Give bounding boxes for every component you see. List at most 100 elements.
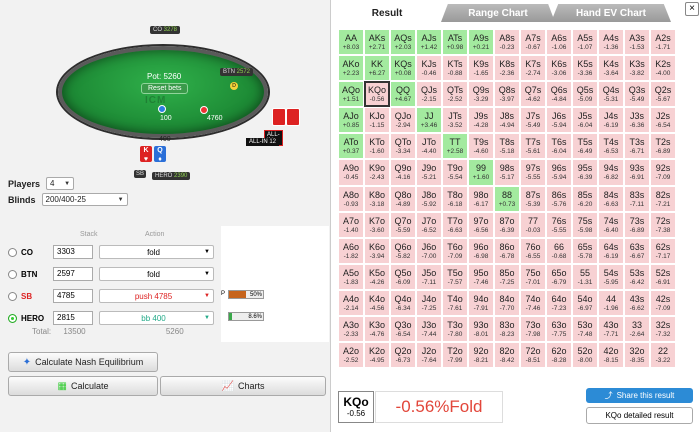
- hand-cell[interactable]: 96o -6.98: [468, 237, 494, 264]
- hand-cell[interactable]: 99 +1.60: [468, 159, 494, 186]
- hand-cell[interactable]: J5s -6.04: [572, 107, 598, 134]
- hand-cell[interactable]: 62o -8.28: [546, 342, 572, 369]
- hand-cell[interactable]: 86s -5.76: [546, 185, 572, 212]
- hand-cell[interactable]: 82o -8.42: [494, 342, 520, 369]
- seat-co[interactable]: CO 3278: [150, 26, 181, 34]
- player-stack-input[interactable]: 2815: [53, 311, 93, 325]
- hand-cell[interactable]: 76o -6.55: [520, 237, 546, 264]
- player-radio[interactable]: [8, 247, 17, 257]
- blinds-select[interactable]: 200/400-25 ▼: [41, 193, 128, 206]
- player-radio[interactable]: [8, 269, 17, 279]
- hand-cell[interactable]: 97o -6.56: [468, 211, 494, 238]
- close-icon[interactable]: ×: [685, 2, 699, 16]
- hand-cell[interactable]: A2o -2.52: [338, 342, 364, 369]
- hand-cell[interactable]: T3s -6.71: [624, 133, 650, 160]
- detailed-result-button[interactable]: KQo detailed result: [586, 407, 693, 424]
- hand-cell[interactable]: 55 -1.31: [572, 263, 598, 290]
- hand-cell[interactable]: AKo +2.23: [338, 55, 364, 82]
- hand-cell[interactable]: 98s -5.17: [494, 159, 520, 186]
- hand-cell[interactable]: J9o -5.21: [416, 159, 442, 186]
- calculate-nash-button[interactable]: ✦ Calculate Nash Equilibrium: [8, 352, 158, 372]
- hand-cell[interactable]: 54s -5.95: [598, 263, 624, 290]
- hand-cell[interactable]: T4o -7.61: [442, 289, 468, 317]
- hand-cell[interactable]: 97s -5.55: [520, 159, 546, 186]
- hand-cell[interactable]: 77 -0.03: [520, 211, 546, 238]
- hand-cell[interactable]: 32o -8.35: [624, 342, 650, 369]
- hand-cell[interactable]: J7o -6.52: [416, 211, 442, 238]
- hand-cell[interactable]: JTo -4.40: [416, 133, 442, 160]
- hand-cell[interactable]: 66 -0.68: [546, 237, 572, 264]
- hand-cell[interactable]: 93s -6.91: [624, 159, 650, 186]
- hand-cell[interactable]: T4s -6.53: [598, 133, 624, 160]
- hand-cell[interactable]: J4s -6.19: [598, 107, 624, 134]
- hand-cell[interactable]: 95o -7.46: [468, 263, 494, 290]
- hand-cell[interactable]: Q3o -6.54: [390, 316, 416, 343]
- hand-cell[interactable]: Q9o -4.16: [390, 159, 416, 186]
- hand-cell[interactable]: K2o -4.95: [364, 342, 390, 369]
- hand-cell[interactable]: 64s -6.19: [598, 237, 624, 264]
- hand-cell[interactable]: K4o -4.56: [364, 289, 390, 317]
- hand-cell[interactable]: K2s -4.00: [650, 55, 676, 82]
- hand-cell[interactable]: Q7o -5.59: [390, 211, 416, 238]
- hand-cell[interactable]: T6s -6.04: [546, 133, 572, 160]
- hand-cell[interactable]: K6o -3.94: [364, 237, 390, 264]
- hand-cell[interactable]: T7o -6.63: [442, 211, 468, 238]
- hand-cell[interactable]: 33 -2.64: [624, 316, 650, 343]
- hand-cell[interactable]: T7s -5.61: [520, 133, 546, 160]
- hand-cell[interactable]: AQo +1.51: [338, 81, 364, 108]
- hand-cell[interactable]: Q4s -5.31: [598, 81, 624, 108]
- seat-hero[interactable]: HERO 2390: [152, 172, 191, 180]
- hand-cell[interactable]: KTs -0.88: [442, 55, 468, 82]
- hand-cell[interactable]: QJo -2.94: [390, 107, 416, 134]
- hand-cell[interactable]: A9s +0.21: [468, 29, 494, 56]
- hand-cell[interactable]: AKs +2.71: [364, 29, 390, 56]
- hand-cell[interactable]: T5o -7.57: [442, 263, 468, 290]
- hand-cell[interactable]: AJs +1.42: [416, 29, 442, 56]
- hand-cell[interactable]: 52o -8.00: [572, 342, 598, 369]
- player-radio[interactable]: [8, 291, 17, 301]
- hand-cell[interactable]: K7o -3.60: [364, 211, 390, 238]
- hand-cell[interactable]: T2o -7.99: [442, 342, 468, 369]
- hand-cell[interactable]: J2o -7.64: [416, 342, 442, 369]
- hand-cell[interactable]: K9s -1.65: [468, 55, 494, 82]
- hand-cell[interactable]: KJo -1.15: [364, 107, 390, 134]
- player-stack-input[interactable]: 4785: [53, 289, 93, 303]
- tab-result[interactable]: Result: [333, 4, 441, 22]
- hand-cell[interactable]: 75o -7.01: [520, 263, 546, 290]
- hand-cell[interactable]: 62s -7.17: [650, 237, 676, 264]
- hand-cell[interactable]: J2s -6.54: [650, 107, 676, 134]
- hand-cell[interactable]: AQs +2.03: [390, 29, 416, 56]
- hand-cell[interactable]: 88 +0.73: [494, 185, 520, 212]
- hand-cell[interactable]: JJ +3.46: [416, 107, 442, 134]
- hand-cell[interactable]: A6s -1.06: [546, 29, 572, 56]
- hand-cell[interactable]: 74o -7.46: [520, 289, 546, 317]
- hand-cell[interactable]: 72s -7.38: [650, 211, 676, 238]
- seat-btn[interactable]: BTN 2572: [220, 68, 254, 76]
- hand-cell[interactable]: K8s -2.36: [494, 55, 520, 82]
- hand-cell[interactable]: 43o -7.71: [598, 316, 624, 343]
- player-action-select[interactable]: fold ▼: [99, 245, 214, 259]
- hand-cell[interactable]: 54o -6.97: [572, 289, 598, 317]
- player-radio[interactable]: [8, 313, 17, 323]
- hand-cell[interactable]: 92s -7.09: [650, 159, 676, 186]
- hand-cell[interactable]: T9s -4.60: [468, 133, 494, 160]
- hand-cell[interactable]: K7s -2.74: [520, 55, 546, 82]
- hand-cell[interactable]: 95s -6.39: [572, 159, 598, 186]
- hand-cell[interactable]: T6o -7.09: [442, 237, 468, 264]
- hand-cell[interactable]: 52s -6.91: [650, 263, 676, 290]
- hand-cell[interactable]: J4o -7.25: [416, 289, 442, 317]
- hand-cell[interactable]: J9s -4.28: [468, 107, 494, 134]
- hand-cell[interactable]: A5o -1.83: [338, 263, 364, 290]
- hand-cell[interactable]: KQs +0.08: [390, 55, 416, 82]
- hand-cell[interactable]: KK +6.27: [364, 55, 390, 82]
- hand-cell[interactable]: 82s -7.21: [650, 185, 676, 212]
- hand-cell[interactable]: T8s -5.18: [494, 133, 520, 160]
- hand-cell[interactable]: A7s -0.67: [520, 29, 546, 56]
- hand-cell[interactable]: QQ +4.67: [390, 81, 416, 108]
- hand-cell[interactable]: AA +8.03: [338, 29, 364, 56]
- player-action-select[interactable]: bb 400 ▼: [99, 311, 214, 325]
- hand-cell[interactable]: KTo -1.60: [364, 133, 390, 160]
- player-action-select[interactable]: fold ▼: [99, 267, 214, 281]
- hand-cell[interactable]: Q5o -6.09: [390, 263, 416, 290]
- hand-cell[interactable]: 98o -6.17: [468, 185, 494, 212]
